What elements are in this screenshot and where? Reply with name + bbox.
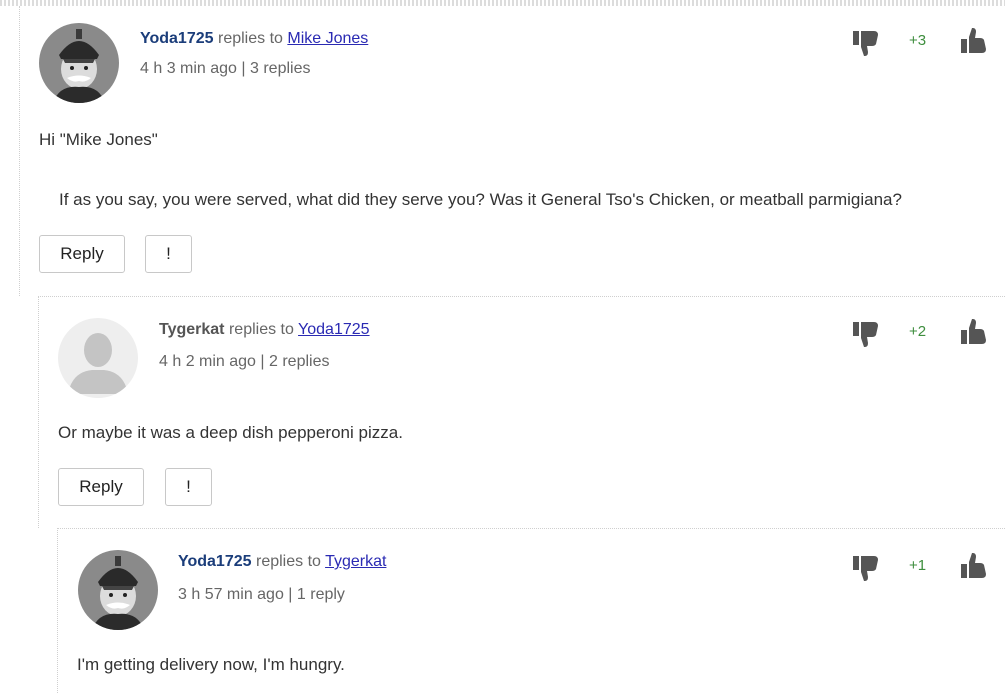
comment-header: Yoda1725 replies to Mike Jones bbox=[140, 30, 368, 48]
vote-score: +2 bbox=[909, 323, 927, 340]
author-name[interactable]: Tygerkat bbox=[159, 321, 225, 338]
comment: Yoda1725 replies to Mike Jones 4 h 3 min… bbox=[19, 6, 1005, 296]
reply-target-link[interactable]: Mike Jones bbox=[287, 30, 368, 47]
comment-text: If as you say, you were served, what did… bbox=[59, 190, 902, 209]
comment-text: I'm getting delivery now, I'm hungry. bbox=[77, 655, 345, 674]
author-name[interactable]: Yoda1725 bbox=[140, 30, 214, 47]
vote-score: +3 bbox=[909, 32, 927, 49]
comment-timestamp: 4 h 2 min ago | 2 replies bbox=[159, 353, 330, 370]
comment-header: Yoda1725 replies to Tygerkat bbox=[178, 553, 386, 571]
comment-timestamp: 4 h 3 min ago | 3 replies bbox=[140, 60, 311, 77]
avatar[interactable] bbox=[58, 318, 138, 398]
comment-text: Or maybe it was a deep dish pepperoni pi… bbox=[58, 423, 403, 442]
comment: Tygerkat replies to Yoda1725 4 h 2 min a… bbox=[38, 296, 1005, 528]
thumbs-up-icon[interactable] bbox=[959, 26, 989, 56]
bismarck-portrait-icon bbox=[78, 550, 158, 630]
avatar[interactable] bbox=[78, 550, 158, 630]
thumbs-down-icon[interactable] bbox=[851, 28, 881, 58]
avatar[interactable] bbox=[39, 23, 119, 103]
thumbs-down-icon[interactable] bbox=[851, 553, 881, 583]
thumbs-up-icon[interactable] bbox=[959, 317, 989, 347]
reply-button[interactable]: Reply bbox=[58, 468, 144, 506]
bismarck-portrait-icon bbox=[39, 23, 119, 103]
reply-target-link[interactable]: Yoda1725 bbox=[298, 321, 370, 338]
report-button[interactable]: ! bbox=[165, 468, 212, 506]
replies-to-label: replies to bbox=[228, 321, 294, 338]
comment-timestamp: 3 h 57 min ago | 1 reply bbox=[178, 586, 345, 603]
comment-thread: Yoda1725 replies to Mike Jones 4 h 3 min… bbox=[0, 0, 1005, 693]
reply-button[interactable]: Reply bbox=[39, 235, 125, 273]
comment-header: Tygerkat replies to Yoda1725 bbox=[159, 321, 370, 339]
default-user-icon bbox=[58, 318, 138, 398]
vote-score: +1 bbox=[909, 557, 927, 574]
author-name[interactable]: Yoda1725 bbox=[178, 553, 252, 570]
thumbs-down-icon[interactable] bbox=[851, 319, 881, 349]
report-button[interactable]: ! bbox=[145, 235, 192, 273]
replies-to-label: replies to bbox=[255, 553, 321, 570]
thumbs-up-icon[interactable] bbox=[959, 551, 989, 581]
replies-to-label: replies to bbox=[217, 30, 283, 47]
reply-target-link[interactable]: Tygerkat bbox=[325, 553, 386, 570]
comment-text: Hi "Mike Jones" bbox=[39, 130, 158, 149]
comment: Yoda1725 replies to Tygerkat 3 h 57 min … bbox=[57, 528, 1005, 693]
